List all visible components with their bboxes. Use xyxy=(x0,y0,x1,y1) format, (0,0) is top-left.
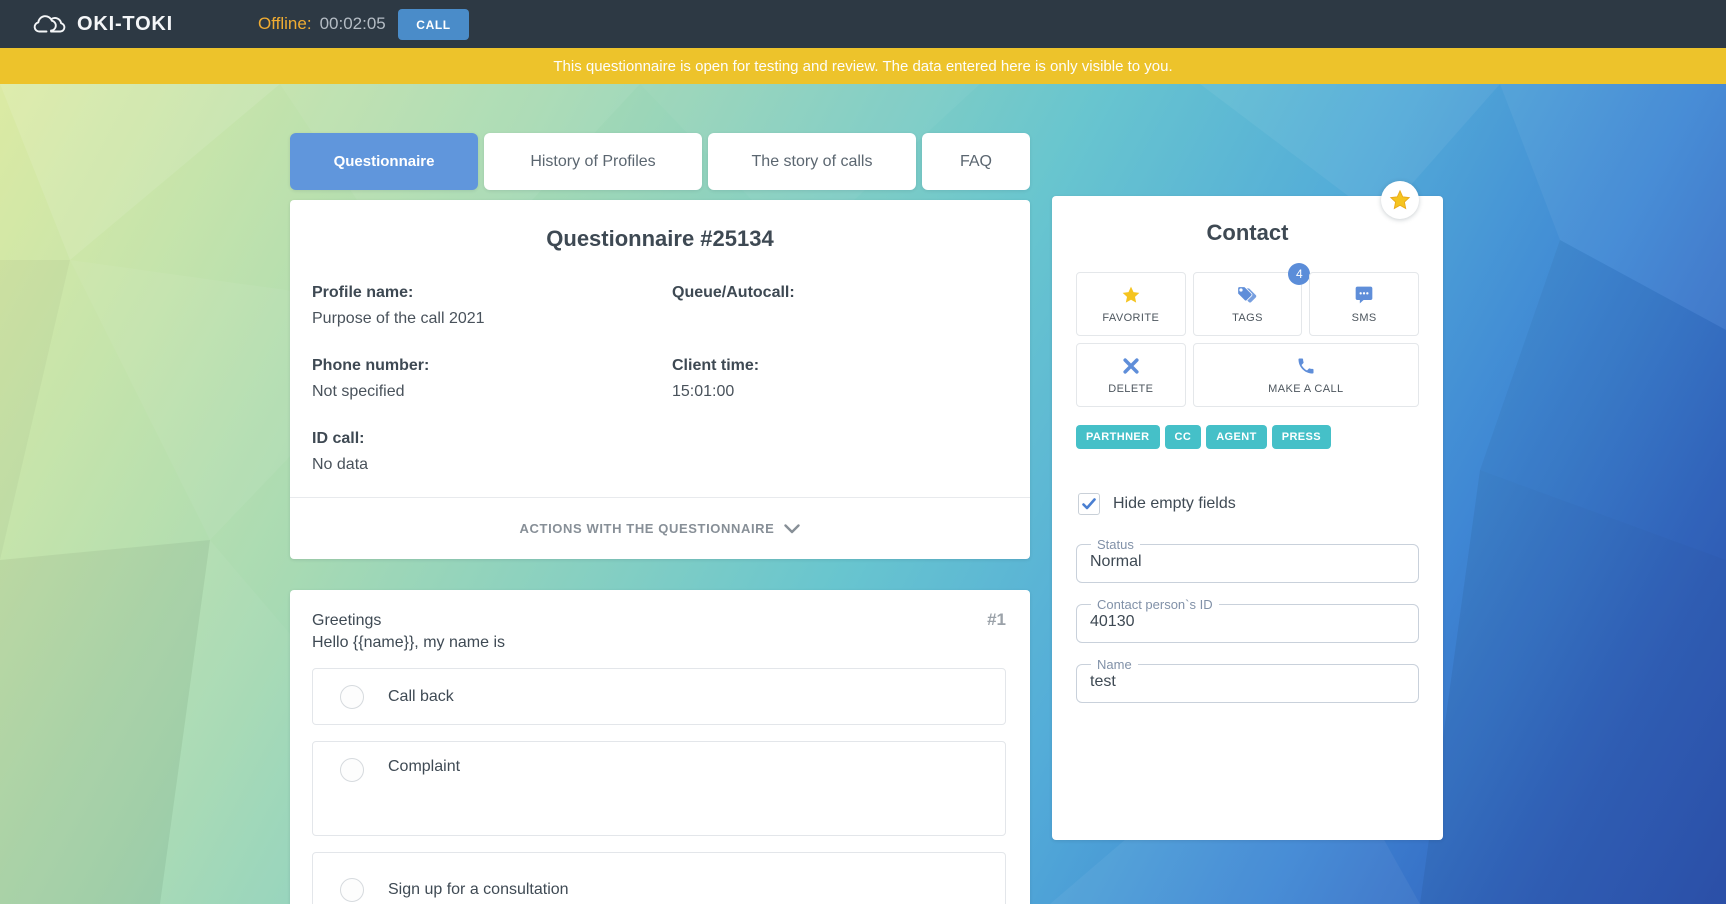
contact-title: Contact xyxy=(1052,220,1443,246)
button-label: TAGS xyxy=(1232,312,1263,324)
questionnaire-title: Questionnaire #25134 xyxy=(290,226,1030,252)
answer-option-complaint[interactable]: Complaint xyxy=(312,741,1006,836)
tab-questionnaire[interactable]: Questionnaire xyxy=(290,133,478,190)
checkbox-icon[interactable] xyxy=(1078,493,1100,515)
delete-button[interactable]: DELETE xyxy=(1076,343,1186,407)
radio-button-icon[interactable] xyxy=(340,758,364,782)
field-value: No data xyxy=(312,452,672,478)
questionnaire-fields: Profile name: Purpose of the call 2021 Q… xyxy=(312,280,1010,478)
call-button[interactable]: CALL xyxy=(398,9,469,40)
field-value: Purpose of the call 2021 xyxy=(312,306,672,332)
field-value[interactable]: 40130 xyxy=(1090,613,1418,631)
tab-story-of-calls[interactable]: The story of calls xyxy=(708,133,916,190)
checkbox-label: Hide empty fields xyxy=(1113,495,1236,513)
main-content: Questionnaire History of Profiles The st… xyxy=(0,84,1726,904)
sms-bubble-icon xyxy=(1354,285,1374,305)
field-label: Profile name: xyxy=(312,280,672,306)
status-field[interactable]: Status Normal xyxy=(1076,537,1419,583)
tag-chip[interactable]: AGENT xyxy=(1206,425,1267,449)
page: OKI-TOKI Offline: 00:02:05 CALL This que… xyxy=(0,0,1726,904)
field-label: Phone number: xyxy=(312,353,672,379)
button-label: DELETE xyxy=(1108,383,1153,395)
field-profile-name: Profile name: Purpose of the call 2021 xyxy=(312,280,672,332)
actions-toggle[interactable]: ACTIONS WITH THE QUESTIONNAIRE xyxy=(290,498,1030,559)
field-label: Queue/Autocall: xyxy=(672,280,1010,306)
question-title: Greetings xyxy=(312,612,381,630)
field-queue-autocall: Queue/Autocall: xyxy=(672,280,1010,332)
agent-status: Offline: 00:02:05 xyxy=(258,0,386,48)
question-header: Greetings #1 xyxy=(312,610,1006,630)
tags-count-badge: 4 xyxy=(1288,263,1310,285)
button-label: MAKE A CALL xyxy=(1268,383,1343,395)
button-label: FAVORITE xyxy=(1102,312,1159,324)
tags-icon xyxy=(1237,285,1257,305)
status-label: Offline: xyxy=(258,14,312,34)
field-id-call: ID call: No data xyxy=(312,426,672,478)
field-label: Status xyxy=(1091,537,1140,552)
field-label: ID call: xyxy=(312,426,672,452)
contact-person-id-field[interactable]: Contact person`s ID 40130 xyxy=(1076,597,1419,643)
answer-option-label: Sign up for a consultation xyxy=(388,881,569,899)
notice-message: This questionnaire is open for testing a… xyxy=(553,58,1172,75)
answer-option-label: Call back xyxy=(388,688,454,706)
notice-banner: This questionnaire is open for testing a… xyxy=(0,48,1726,84)
tag-chip[interactable]: PARTHNER xyxy=(1076,425,1160,449)
contact-tags: PARTHNER CC AGENT PRESS xyxy=(1076,425,1419,449)
radio-button-icon[interactable] xyxy=(340,685,364,709)
sms-button[interactable]: SMS xyxy=(1309,272,1419,336)
brand-name: OKI-TOKI xyxy=(77,13,173,36)
field-label: Client time: xyxy=(672,353,1010,379)
hide-empty-fields-checkbox[interactable]: Hide empty fields xyxy=(1078,493,1419,515)
phone-icon xyxy=(1296,356,1316,376)
status-timer: 00:02:05 xyxy=(320,14,386,34)
make-a-call-button[interactable]: MAKE A CALL xyxy=(1193,343,1419,407)
contact-actions: FAVORITE 4 TAGS SMS xyxy=(1076,272,1419,407)
field-label: Contact person`s ID xyxy=(1091,597,1219,612)
star-icon xyxy=(1121,285,1141,305)
button-label: SMS xyxy=(1352,312,1377,324)
check-icon xyxy=(1082,498,1096,510)
chevron-down-icon xyxy=(784,524,800,534)
x-icon xyxy=(1121,356,1141,376)
radio-button-icon[interactable] xyxy=(340,878,364,902)
brand-logo[interactable]: OKI-TOKI xyxy=(32,0,173,48)
field-value: Not specified xyxy=(312,379,672,405)
question-subtitle: Hello {{name}}, my name is xyxy=(312,634,1006,652)
app-header: OKI-TOKI Offline: 00:02:05 CALL xyxy=(0,0,1726,48)
name-field[interactable]: Name test xyxy=(1076,657,1419,703)
favorite-button[interactable]: FAVORITE xyxy=(1076,272,1186,336)
field-value[interactable]: test xyxy=(1090,673,1418,691)
tab-history-of-profiles[interactable]: History of Profiles xyxy=(484,133,702,190)
field-value[interactable]: Normal xyxy=(1090,553,1418,571)
tab-faq[interactable]: FAQ xyxy=(922,133,1030,190)
tab-bar: Questionnaire History of Profiles The st… xyxy=(290,133,1030,190)
answer-option-sign-up[interactable]: Sign up for a consultation xyxy=(312,852,1006,904)
tag-chip[interactable]: CC xyxy=(1165,425,1202,449)
field-value: 15:01:00 xyxy=(672,379,1010,405)
field-label: Name xyxy=(1091,657,1138,672)
actions-label: ACTIONS WITH THE QUESTIONNAIRE xyxy=(520,521,775,536)
question-number: #1 xyxy=(987,610,1006,630)
contact-card: Contact FAVORITE 4 TAGS xyxy=(1052,196,1443,840)
field-client-time: Client time: 15:01:00 xyxy=(672,353,1010,405)
questionnaire-card: Questionnaire #25134 Profile name: Purpo… xyxy=(290,200,1030,559)
answer-option-label: Complaint xyxy=(388,758,460,776)
greetings-card: Greetings #1 Hello {{name}}, my name is … xyxy=(290,590,1030,904)
favorite-badge[interactable] xyxy=(1381,181,1419,219)
cloud-logo-icon xyxy=(32,11,68,37)
tags-button[interactable]: 4 TAGS xyxy=(1193,272,1303,336)
answer-option-call-back[interactable]: Call back xyxy=(312,668,1006,725)
tag-chip[interactable]: PRESS xyxy=(1272,425,1331,449)
field-phone-number: Phone number: Not specified xyxy=(312,353,672,405)
star-icon xyxy=(1389,189,1411,211)
